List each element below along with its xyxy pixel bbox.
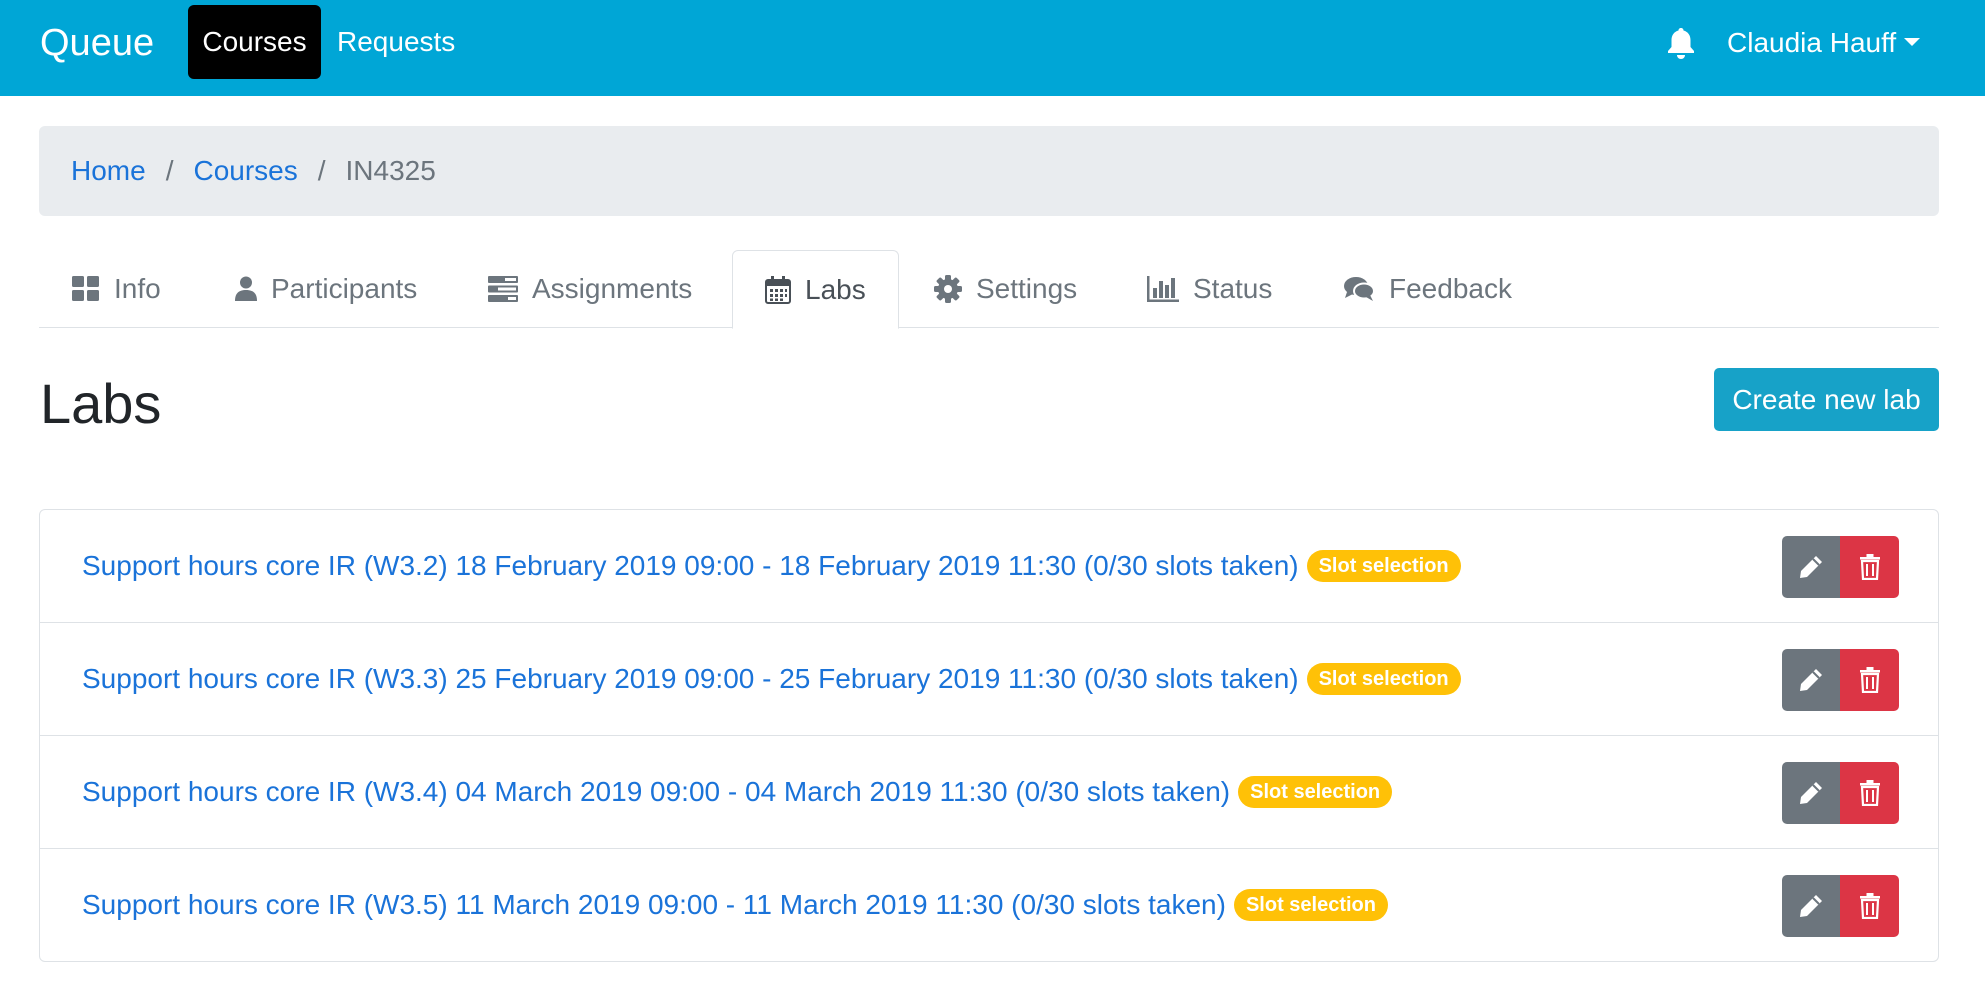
tab-label: Assignments bbox=[532, 273, 693, 304]
page-title: Labs bbox=[40, 372, 162, 435]
tab-label: Info bbox=[114, 273, 161, 304]
tab-info[interactable]: Info bbox=[72, 250, 161, 328]
delete-button[interactable] bbox=[1840, 875, 1899, 937]
list-item: Support hours core IR (W3.3) 25 February… bbox=[40, 623, 1938, 736]
lab-link[interactable]: Support hours core IR (W3.4) 04 March 20… bbox=[82, 776, 1230, 808]
lab-link[interactable]: Support hours core IR (W3.3) 25 February… bbox=[82, 663, 1299, 695]
lab-link[interactable]: Support hours core IR (W3.2) 18 February… bbox=[82, 550, 1299, 582]
th-large-icon bbox=[72, 276, 99, 301]
top-navbar: Queue Courses Requests Claudia Hauff bbox=[0, 0, 1985, 96]
breadcrumb-separator: / bbox=[317, 155, 326, 186]
tab-status[interactable]: Status bbox=[1147, 250, 1272, 328]
tab-label: Settings bbox=[976, 273, 1078, 304]
trash-icon bbox=[1859, 667, 1880, 693]
caret-down-icon bbox=[1904, 37, 1921, 46]
list-item: Support hours core IR (W3.5) 11 March 20… bbox=[40, 849, 1938, 961]
tab-assignments[interactable]: Assignments bbox=[488, 250, 692, 328]
lab-actions bbox=[1782, 649, 1899, 711]
trash-icon bbox=[1859, 893, 1880, 919]
tab-label: Labs bbox=[805, 273, 866, 305]
nav-requests[interactable]: Requests bbox=[321, 5, 471, 79]
edit-button[interactable] bbox=[1782, 762, 1840, 824]
pencil-icon bbox=[1800, 782, 1822, 804]
edit-button[interactable] bbox=[1782, 875, 1840, 937]
tab-labs[interactable]: Labs bbox=[732, 250, 899, 329]
course-tabs: Info Participants Assignments Labs Setti… bbox=[39, 250, 1939, 329]
status-badge: Slot selection bbox=[1238, 776, 1393, 808]
pencil-icon bbox=[1800, 895, 1822, 917]
lab-link[interactable]: Support hours core IR (W3.5) 11 March 20… bbox=[82, 889, 1226, 921]
tab-settings[interactable]: Settings bbox=[934, 250, 1077, 328]
user-name: Claudia Hauff bbox=[1727, 27, 1897, 58]
pencil-icon bbox=[1800, 556, 1822, 578]
trash-icon bbox=[1859, 780, 1880, 806]
lab-actions bbox=[1782, 536, 1899, 598]
tab-feedback[interactable]: Feedback bbox=[1343, 250, 1512, 328]
tasks-icon bbox=[488, 276, 518, 302]
lab-actions bbox=[1782, 762, 1899, 824]
status-badge: Slot selection bbox=[1306, 663, 1461, 695]
tab-participants[interactable]: Participants bbox=[235, 250, 417, 328]
labs-list: Support hours core IR (W3.2) 18 February… bbox=[39, 509, 1939, 962]
tab-label: Feedback bbox=[1389, 273, 1512, 304]
breadcrumb-courses[interactable]: Courses bbox=[193, 155, 297, 187]
edit-button[interactable] bbox=[1782, 536, 1840, 598]
trash-icon bbox=[1859, 554, 1880, 580]
user-menu[interactable]: Claudia Hauff bbox=[1727, 22, 1921, 64]
delete-button[interactable] bbox=[1840, 762, 1899, 824]
user-icon bbox=[235, 276, 257, 301]
pencil-icon bbox=[1800, 669, 1822, 691]
delete-button[interactable] bbox=[1840, 536, 1899, 598]
edit-button[interactable] bbox=[1782, 649, 1840, 711]
nav-courses[interactable]: Courses bbox=[188, 5, 321, 79]
list-item: Support hours core IR (W3.4) 04 March 20… bbox=[40, 736, 1938, 849]
gear-icon bbox=[934, 275, 962, 303]
bar-chart-icon bbox=[1147, 276, 1179, 302]
delete-button[interactable] bbox=[1840, 649, 1899, 711]
breadcrumb-separator: / bbox=[165, 155, 174, 186]
lab-actions bbox=[1782, 875, 1899, 937]
breadcrumb-current: IN4325 bbox=[345, 155, 436, 186]
status-badge: Slot selection bbox=[1306, 550, 1461, 582]
bell-icon[interactable] bbox=[1666, 26, 1696, 60]
calendar-icon bbox=[765, 275, 791, 304]
create-lab-button[interactable]: Create new lab bbox=[1714, 368, 1939, 431]
list-item: Support hours core IR (W3.2) 18 February… bbox=[40, 510, 1938, 623]
status-badge: Slot selection bbox=[1233, 889, 1388, 921]
tab-label: Status bbox=[1193, 273, 1273, 304]
breadcrumb: Home / Courses / IN4325 bbox=[39, 126, 1939, 216]
breadcrumb-home[interactable]: Home bbox=[71, 155, 146, 187]
comments-icon bbox=[1344, 277, 1375, 301]
brand-logo[interactable]: Queue bbox=[40, 20, 154, 66]
tab-label: Participants bbox=[271, 273, 418, 304]
